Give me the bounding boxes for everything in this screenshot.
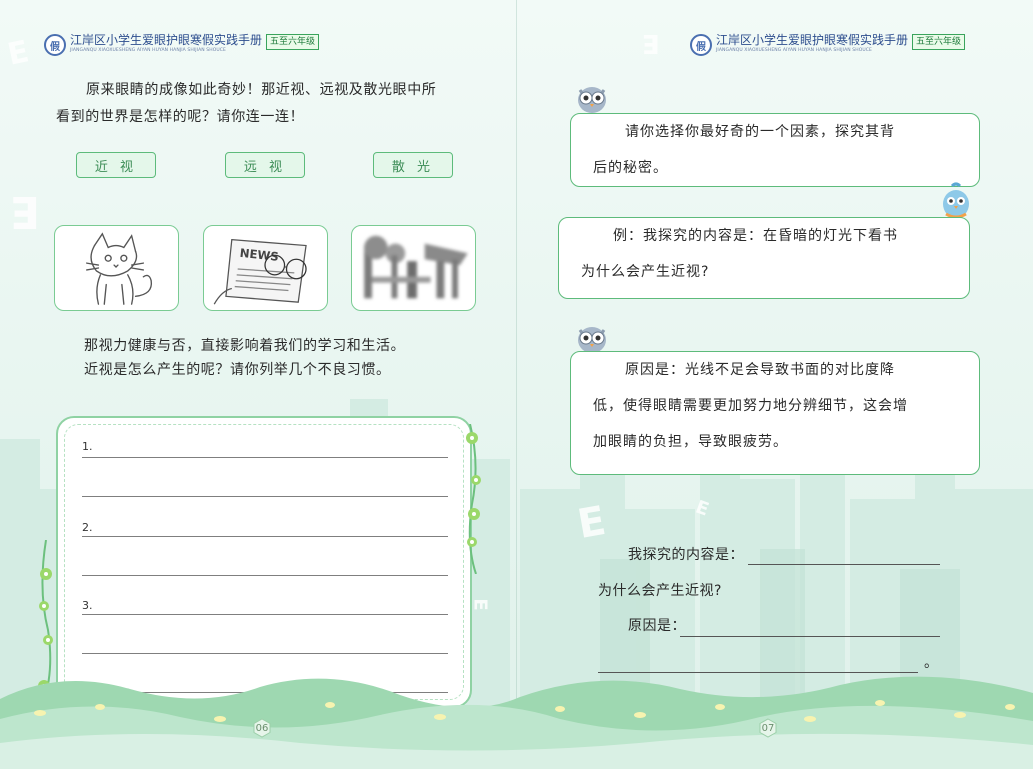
bird-mascot-icon [938,182,974,222]
decorative-e-letter: E [469,598,491,611]
bubble-text: 为什么会产生近视? [581,264,710,280]
grade-badge: 五至六年级 [266,34,320,50]
bubble-text: 加眼睛的负担，导致眼疲劳。 [593,434,788,450]
newspaper-glasses-icon: NEWS [213,238,307,305]
handbook-spread: E E E E E E 假 江岸区小学生爱眼护眼寒假实践手册 JIANGANQU… [0,0,1033,769]
handbook-subtitle: JIANGANQU XIAOXUESHENG AIYAN HUYAN HANJI… [716,48,872,53]
school-logo-icon: 假 [44,34,66,56]
tag-myopia[interactable]: 近 视 [76,152,156,178]
flower-vine-decoration [466,424,481,574]
list-label-3: 3. [82,599,93,612]
decorative-e-letter: E [642,28,660,58]
handbook-subtitle: JIANGANQU XIAOXUESHENG AIYAN HUYAN HANJI… [70,48,226,53]
answer-line[interactable] [82,457,448,458]
left-page-header: 假 江岸区小学生爱眼护眼寒假实践手册 JIANGANQU XIAOXUESHEN… [44,33,320,56]
page-number-right: 07 [758,718,778,738]
question-text-line2: 近视是怎么产生的呢？请你列举几个不良习惯。 [84,362,391,378]
bubble-text: 原因是：光线不足会导致书面的对比度降 [625,362,895,378]
tag-astigmatism[interactable]: 散 光 [373,152,453,178]
image-card-newspaper[interactable]: NEWS [203,225,328,311]
blurry-scene-icon [364,235,468,299]
decorative-e-letter: E [10,186,41,237]
cat-drawing-icon [86,232,153,305]
bubble-text: 低，使得眼睛需要更加努力地分辨细节，这会增 [593,398,908,414]
owl-mascot-icon [574,80,610,116]
bubble-text: 请你选择你最好奇的一个因素，探究其背 [625,124,895,140]
question-text-line1: 那视力健康与否，直接影响着我们的学习和生活。 [84,338,406,354]
image-card-cat[interactable] [54,225,179,311]
list-label-1: 1. [82,440,93,453]
speech-bubble-task: 请你选择你最好奇的一个因素，探究其背 后的秘密。 [570,113,980,187]
speech-bubble-reason: 原因是：光线不足会导致书面的对比度降 低，使得眼睛需要更加努力地分辨细节，这会增… [570,351,980,475]
intro-text-line1: 原来眼睛的成像如此奇妙！那近视、远视及散光眼中所 [86,82,437,98]
school-logo-icon: 假 [690,34,712,56]
fill-content-label: 我探究的内容是： [628,547,744,563]
page-number-left: 06 [252,718,272,738]
fill-why-text: 为什么会产生近视? [598,583,722,599]
speech-bubble-example: 例：我探究的内容是：在昏暗的灯光下看书 为什么会产生近视? [558,217,970,299]
fill-reason-label: 原因是： [628,618,686,634]
green-hills-decoration [0,659,1033,769]
bubble-text: 例：我探究的内容是：在昏暗的灯光下看书 [613,228,898,244]
answer-line[interactable] [82,575,448,576]
fill-reason-line[interactable] [680,636,940,637]
page-fold [516,0,517,769]
right-page-header: 假 江岸区小学生爱眼护眼寒假实践手册 JIANGANQU XIAOXUESHEN… [690,33,966,56]
intro-text-line2: 看到的世界是怎样的呢？请你连一连！ [56,109,305,125]
handbook-title: 江岸区小学生爱眼护眼寒假实践手册 [716,33,909,47]
answer-line[interactable] [82,496,448,497]
tag-hyperopia[interactable]: 远 视 [225,152,305,178]
fill-content-line[interactable] [748,564,940,565]
handbook-title: 江岸区小学生爱眼护眼寒假实践手册 [70,33,263,47]
bubble-text: 后的秘密。 [593,160,668,176]
grade-badge: 五至六年级 [912,34,966,50]
image-card-blurry[interactable] [351,225,476,311]
answer-line[interactable] [82,653,448,654]
decorative-e-letter: E [4,34,32,73]
list-label-2: 2. [82,521,93,534]
answer-line[interactable] [82,614,448,615]
answer-line[interactable] [82,536,448,537]
